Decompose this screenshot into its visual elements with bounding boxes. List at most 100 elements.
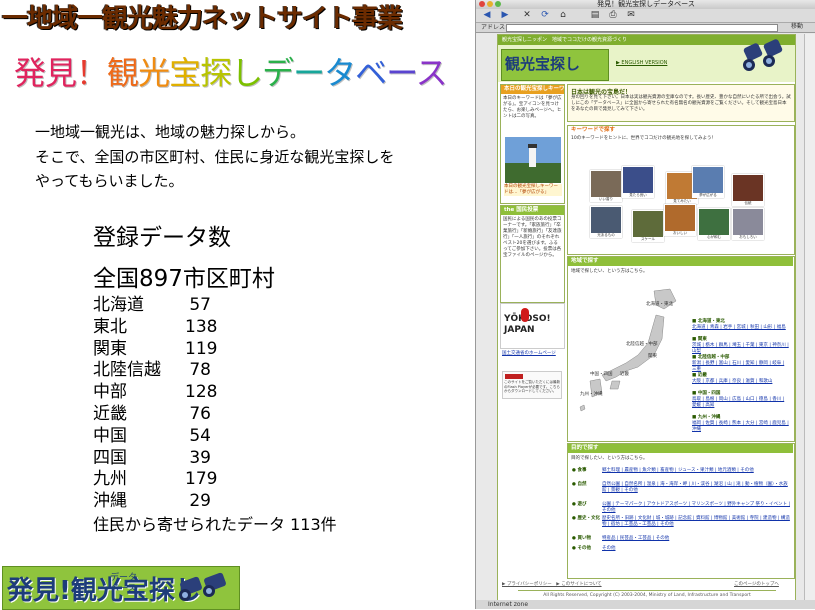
banner-title: 発見!観光宝探し bbox=[7, 576, 201, 606]
today-keyword-box: 本日の観光宝探しキーワード 本日のキーワードは「夢が広がる」。宝アイコンを見つけ… bbox=[500, 84, 576, 204]
purpose-links[interactable]: 歴史名所・旧跡 | 文化財 | 城・城跡 | 記念館 | 資料館 | 博物館 |… bbox=[602, 516, 790, 528]
count-total: 全国897市区町村 bbox=[93, 266, 275, 292]
slide-subtitle: 発見！観光宝探しデータベース bbox=[14, 48, 448, 94]
autofill-icon[interactable]: ▤ bbox=[590, 10, 600, 20]
purpose-category: ● 自然 bbox=[572, 482, 587, 487]
keyword-search-box: キーワードで探す 10のキーワードをヒントに、世界でココだけの観光地を探してみよ… bbox=[567, 125, 795, 255]
address-bar: アドレス 移動 bbox=[476, 23, 815, 33]
keyword-photo[interactable]: スケール bbox=[632, 210, 664, 242]
map-label-kanto[interactable]: 関東 bbox=[648, 353, 657, 359]
stop-icon[interactable]: ✕ bbox=[522, 10, 532, 20]
binoculars-icon bbox=[179, 572, 226, 601]
map-label-chubu[interactable]: 北陸信越・中部 bbox=[626, 341, 658, 347]
go-button[interactable]: 移動 bbox=[782, 23, 812, 31]
vote-box: the 国民投票 国民による国民のあの投票コーナーです。「家族旅行」「卒業旅行」… bbox=[500, 205, 565, 303]
subtitle-char: ー bbox=[386, 54, 416, 92]
keyword-photo[interactable]: おもしろい bbox=[732, 208, 764, 240]
keyword-search-heading: キーワードで探す bbox=[571, 127, 616, 133]
flash-player-icon[interactable] bbox=[505, 374, 523, 379]
yokoso-japan-banner[interactable]: YŌKOSO! JAPAN bbox=[500, 303, 565, 349]
keyword-photo-label: いい香り bbox=[591, 197, 621, 202]
map-label-chugoku[interactable]: 中国・四国 bbox=[590, 371, 613, 377]
about-box: 日本は観光の宝島だ！ 身の回りを見て下さい。日本は実は観光資源の宝庫なのです。長… bbox=[567, 84, 795, 122]
keyword-photo-label: おもしろい bbox=[733, 235, 763, 240]
keyword-photo-label: 夢が広がる bbox=[693, 193, 723, 198]
site-logo[interactable]: 観光宝探し bbox=[501, 49, 609, 81]
today-keyword-heading: 本日の観光宝探しキーワード bbox=[501, 85, 576, 94]
map-label-kinki[interactable]: 近畿 bbox=[620, 371, 629, 377]
prefecture-links[interactable]: 鳥取 | 島根 | 岡山 | 広島 | 山口 | 徳島 | 香川 | 愛媛 | … bbox=[692, 397, 790, 409]
yokoso-japan-logo: YŌKOSO! JAPAN bbox=[504, 314, 551, 335]
map-label-tohoku[interactable]: 北海道・東北 bbox=[646, 301, 673, 307]
minimize-window-icon[interactable] bbox=[487, 1, 493, 7]
region-search-heading: 地域で探す bbox=[568, 257, 793, 266]
today-keyword-caption[interactable]: 本日の観光宝探しキーワードは…「夢が広がる」 bbox=[504, 184, 562, 196]
today-keyword-text: 本日のキーワードは「夢が広がる」。宝アイコンを見つけたら、お楽しみページへ。ヒン… bbox=[503, 96, 562, 119]
mlit-homepage-link[interactable]: 国土交通省のホームページ bbox=[502, 351, 562, 357]
region-count: 29 bbox=[189, 491, 211, 512]
prefecture-links[interactable]: 新潟 | 長野 | 富山 | 石川 | 愛知 | 静岡 | 岐阜 | 三重 bbox=[692, 361, 790, 373]
english-version-link[interactable]: ▶ ENGLISH VERSION bbox=[616, 60, 667, 66]
vertical-scrollbar[interactable] bbox=[804, 34, 815, 600]
close-window-icon[interactable] bbox=[479, 1, 485, 7]
subtitle-char: ！ bbox=[76, 54, 108, 92]
purpose-links[interactable]: 公園 | テーマパーク | アウトドアスポーツ | マリンスポーツ | 野外キャ… bbox=[602, 502, 790, 514]
keyword-photo[interactable]: 伝統 bbox=[732, 174, 764, 206]
browser-toolbar: ◀ ▶ ✕ ⟳ ⌂ ▤ ⎙ ✉ bbox=[476, 9, 815, 23]
subtitle-char: ス bbox=[415, 54, 448, 92]
subtitle-char: し bbox=[231, 54, 263, 92]
keyword-photo[interactable]: おいしい bbox=[664, 204, 696, 236]
keyword-photo[interactable]: 心が和む bbox=[698, 208, 730, 240]
footer-links[interactable]: ▶ プライバシーポリシー ▶ このサイトについて bbox=[502, 581, 602, 587]
prefecture-links[interactable]: 茨城 | 栃木 | 群馬 | 埼玉 | 千葉 | 東京 | 神奈川 | 山梨 bbox=[692, 343, 790, 355]
flash-notice: このサイトをご覧いただくには最新のFlash Playerが必要です。こちらから… bbox=[502, 371, 562, 399]
region-count-row: 沖縄 29 bbox=[93, 486, 211, 511]
purpose-search-text: 目的で探したい、という方はこちら。 bbox=[571, 456, 648, 461]
mail-icon[interactable]: ✉ bbox=[626, 10, 636, 20]
prefecture-links[interactable]: 福岡 | 佐賀 | 長崎 | 熊本 | 大分 | 宮崎 | 鹿児島 | 沖縄 bbox=[692, 421, 790, 433]
home-icon[interactable]: ⌂ bbox=[558, 10, 568, 20]
keyword-photo-label: 見たら良い bbox=[623, 193, 653, 198]
purpose-category: ● 買い物 bbox=[572, 536, 591, 541]
chili-icon bbox=[521, 308, 529, 322]
purpose-links[interactable]: 郷土料理 | 農産物 | 魚介類 | 畜産物 | ジュース・果汁類 | 地元酒類… bbox=[602, 468, 790, 474]
database-banner[interactable]: 発見!観光宝探し データ ベース bbox=[2, 566, 240, 610]
status-bar: Internet zone bbox=[476, 600, 815, 609]
binoculars-icon bbox=[743, 39, 783, 71]
region-search-text: 地域で探したい、という方はこちら。 bbox=[571, 269, 648, 274]
purpose-links[interactable]: 自然公園 | 自然名所 | 温泉 | 海・海岸・岬 | 川・渓谷 | 湖沼 | … bbox=[602, 482, 790, 494]
purpose-search-box: 目的で探す 目的で探したい、という方はこちら。 ● 食事 郷土料理 | 農産物 |… bbox=[567, 443, 795, 579]
site-logo-text: 観光宝探し bbox=[505, 55, 581, 73]
refresh-icon[interactable]: ⟳ bbox=[540, 10, 550, 20]
print-icon[interactable]: ⎙ bbox=[608, 10, 618, 20]
keyword-photo[interactable]: いい香り bbox=[590, 170, 622, 202]
prefecture-links[interactable]: 北海道 | 青森 | 岩手 | 宮城 | 秋田 | 山形 | 福島 bbox=[692, 325, 790, 331]
back-icon[interactable]: ◀ bbox=[482, 10, 492, 20]
address-label: アドレス bbox=[481, 24, 506, 31]
map-label-kyushu[interactable]: 九州・沖縄 bbox=[580, 391, 603, 397]
purpose-category: ● 食事 bbox=[572, 468, 587, 473]
zoom-window-icon[interactable] bbox=[495, 1, 501, 7]
region-name: 沖縄 bbox=[93, 491, 127, 512]
forward-icon[interactable]: ▶ bbox=[500, 10, 510, 20]
window-titlebar: 発見！観光宝探しデータベース bbox=[476, 0, 815, 9]
keyword-photo[interactable]: 見たら良い bbox=[622, 166, 654, 198]
url-input[interactable] bbox=[506, 24, 778, 32]
keyword-photo[interactable]: 光あるもの bbox=[590, 206, 622, 238]
resident-data-count: 住民から寄せられたデータ 113件 bbox=[93, 515, 337, 534]
subtitle-char: タ bbox=[324, 54, 356, 92]
purpose-links[interactable]: その他 bbox=[602, 546, 790, 552]
region-search-box: 地域で探す 地域で探したい、という方はこちら。 北海道・東北 北陸信越・中部 関… bbox=[567, 256, 795, 442]
lighthouse-photo[interactable] bbox=[505, 137, 561, 183]
purpose-search-heading: 目的で探す bbox=[568, 444, 793, 453]
prefecture-links[interactable]: 大阪 | 京都 | 兵庫 | 奈良 | 滋賀 | 和歌山 bbox=[692, 379, 790, 385]
keyword-photo[interactable]: 夢が広がる bbox=[692, 166, 724, 198]
banner-subtitle: データ ベース bbox=[110, 573, 138, 594]
intro-line-2: そこで、全国の市区町村、住民に身近な観光宝探しを bbox=[35, 148, 395, 166]
page-top-link[interactable]: このページのトップへ bbox=[734, 581, 779, 587]
subtitle-char: 探 bbox=[200, 54, 232, 92]
slide-title: 一地域一観光魅力ネットサイト事業 bbox=[2, 4, 403, 34]
subtitle-char: 発 bbox=[14, 54, 46, 92]
subtitle-char: 光 bbox=[138, 54, 170, 92]
purpose-links[interactable]: 特産品 | 民芸品・工芸品 | その他 bbox=[602, 536, 790, 542]
